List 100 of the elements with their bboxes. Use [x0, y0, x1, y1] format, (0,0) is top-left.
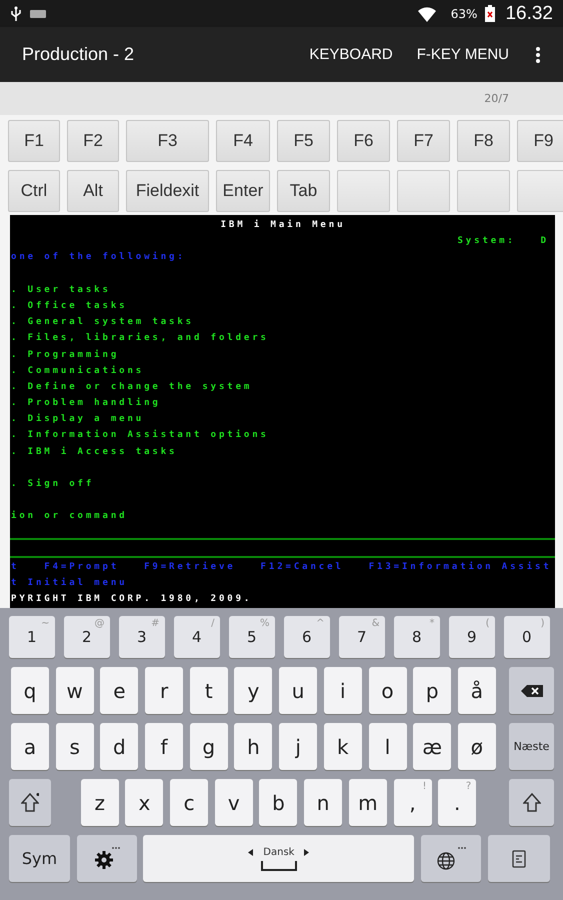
shift-key[interactable]	[9, 779, 51, 826]
shift-key[interactable]	[509, 779, 554, 826]
letter-key[interactable]: d	[100, 723, 138, 770]
function-key[interactable]: F1	[8, 120, 60, 162]
function-key[interactable]: F6	[337, 120, 390, 162]
letter-key[interactable]: a	[11, 723, 49, 770]
letter-key[interactable]: w	[56, 667, 94, 714]
letter-key[interactable]: å	[458, 667, 496, 714]
letter-key[interactable]: f	[145, 723, 184, 770]
menu-option: . General system tasks	[11, 317, 194, 328]
menu-option: . Files, libraries, and folders	[11, 333, 269, 344]
language-key[interactable]	[421, 835, 482, 882]
clipboard-icon	[512, 850, 526, 868]
letter-key[interactable]: j	[279, 723, 318, 770]
right-arrow-icon	[304, 848, 310, 856]
app-title: Production - 2	[22, 44, 134, 65]
number-key[interactable]: 4 /	[174, 616, 220, 658]
terminal-text: t F4=Prompt F9=Retrieve F12=Cancel F13=Information Assist	[11, 562, 552, 572]
language-label: Dansk	[263, 846, 294, 858]
menu-option: . Problem handling	[11, 398, 161, 408]
number-key[interactable]: 0 )	[504, 616, 550, 658]
letter-key[interactable]: m	[348, 779, 387, 826]
function-key[interactable]: Fieldexit	[126, 170, 209, 212]
number-key[interactable]: 2 @	[64, 616, 110, 658]
space-icon	[260, 860, 297, 870]
battery-icon	[485, 5, 496, 22]
system-label: System: D	[457, 236, 549, 246]
clipboard-key[interactable]	[488, 835, 550, 882]
wifi-icon	[416, 4, 437, 22]
globe-icon	[436, 846, 466, 870]
keyboard-icon	[30, 8, 46, 18]
function-key[interactable]: F9	[517, 120, 563, 162]
letter-key[interactable]: x	[125, 779, 164, 826]
menu-option: . Sign off	[11, 479, 94, 489]
action-button[interactable]: KEYBOARD	[309, 46, 393, 63]
function-key[interactable]: Ctrl	[8, 170, 60, 212]
usb-icon	[10, 6, 22, 22]
letter-key[interactable]: t	[190, 667, 228, 714]
settings-icon	[94, 846, 120, 870]
clock: 16.32	[505, 2, 553, 24]
letter-key[interactable]: , !	[394, 779, 432, 826]
number-key[interactable]: 3 #	[119, 616, 164, 658]
letter-key[interactable]: b	[259, 779, 298, 826]
letter-key[interactable]: r	[145, 667, 184, 714]
cursor-position: 20/7	[484, 92, 509, 105]
space-key[interactable]: Dansk	[143, 835, 414, 882]
letter-key[interactable]: . ?	[438, 779, 476, 826]
function-key[interactable]: Alt	[67, 170, 119, 212]
terminal-text: one of the following:	[11, 252, 186, 262]
letter-key[interactable]: i	[324, 667, 362, 714]
menu-option: . User tasks	[11, 284, 111, 295]
letter-key[interactable]: n	[304, 779, 342, 826]
function-key[interactable]: Tab	[277, 170, 330, 212]
next-key[interactable]: Næste	[509, 723, 554, 770]
number-key[interactable]: 9 (	[449, 616, 494, 658]
letter-key[interactable]: l	[368, 723, 406, 770]
function-key[interactable]: Enter	[216, 170, 270, 212]
left-arrow-icon	[248, 848, 254, 856]
function-key[interactable]: F7	[397, 120, 450, 162]
menu-option: . IBM i Access tasks	[11, 446, 178, 457]
function-key[interactable]: F2	[67, 120, 119, 162]
number-key[interactable]: 5 %	[229, 616, 274, 658]
function-key[interactable]: F4	[216, 120, 270, 162]
letter-key[interactable]: o	[368, 667, 406, 714]
letter-key[interactable]: c	[170, 779, 208, 826]
menu-option: . Office tasks	[11, 300, 128, 311]
number-key[interactable]: 6 ^	[284, 616, 330, 658]
shift-icon	[21, 792, 39, 812]
number-key[interactable]: 8 *	[394, 616, 440, 658]
number-key[interactable]: 1 ~	[9, 616, 54, 658]
function-key[interactable]: F8	[457, 120, 510, 162]
number-key[interactable]: 7 &	[339, 616, 384, 658]
function-key[interactable]: F5	[277, 120, 330, 162]
letter-key[interactable]: u	[279, 667, 318, 714]
menu-option: . Programming	[11, 350, 120, 360]
letter-key[interactable]: g	[190, 723, 228, 770]
letter-key[interactable]: z	[80, 779, 119, 826]
overflow-menu-icon[interactable]	[535, 46, 541, 64]
screen-title: IBM i Main Menu	[220, 220, 346, 230]
menu-option: . Define or change the system	[11, 382, 252, 392]
action-button[interactable]: F-KEY MENU	[416, 46, 509, 63]
letter-key[interactable]: y	[234, 667, 272, 714]
shift-icon	[522, 792, 540, 812]
letter-key[interactable]: e	[100, 667, 138, 714]
battery-percent: 63%	[450, 6, 478, 20]
settings-key[interactable]	[76, 835, 137, 882]
backspace-icon	[520, 684, 542, 696]
backspace-key[interactable]	[509, 667, 554, 714]
letter-key[interactable]: k	[324, 723, 362, 770]
letter-key[interactable]: p	[413, 667, 452, 714]
letter-key[interactable]: h	[234, 723, 272, 770]
letter-key[interactable]: ø	[458, 723, 496, 770]
menu-option: ion or command	[11, 511, 128, 522]
symbols-key[interactable]: Sym	[9, 835, 70, 882]
function-key[interactable]: F3	[126, 120, 209, 162]
input-field[interactable]	[10, 538, 555, 558]
letter-key[interactable]: æ	[413, 723, 452, 770]
letter-key[interactable]: v	[214, 779, 253, 826]
letter-key[interactable]: q	[11, 667, 49, 714]
letter-key[interactable]: s	[56, 723, 94, 770]
